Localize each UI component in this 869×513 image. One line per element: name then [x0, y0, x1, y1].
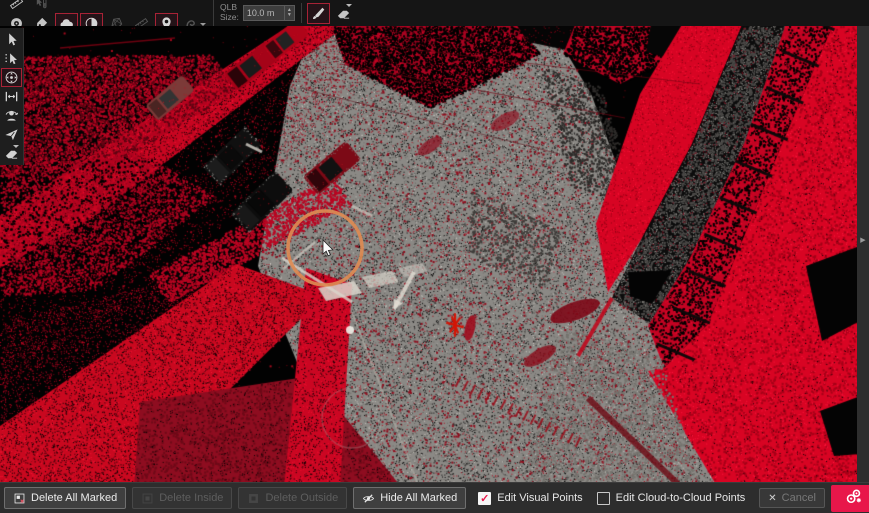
eraser-icon	[336, 6, 351, 21]
measure-width-button[interactable]	[1, 87, 22, 106]
pointer-measure-icon	[34, 0, 49, 11]
width-measure-icon	[4, 89, 19, 104]
qlb-size-label: QLB Size:	[220, 3, 239, 23]
optimize-bundle-button[interactable]: Optimize Bundle	[831, 485, 869, 512]
checkbox-label: Edit Visual Points	[497, 492, 582, 504]
delete-outside-button[interactable]: Delete Outside	[238, 487, 347, 509]
qlb-size-control: QLB Size: 10.0 m ▲ ▼	[214, 3, 302, 23]
qlb-size-stepper[interactable]: ▲ ▼	[284, 6, 294, 20]
edit-visual-points-checkbox[interactable]: ✓ Edit Visual Points	[478, 492, 582, 505]
eraser-icon	[4, 146, 19, 161]
orbit-button[interactable]	[1, 106, 22, 125]
side-toolbar	[0, 28, 24, 165]
ruler-icon	[9, 0, 24, 11]
fly-plane-icon	[4, 127, 19, 142]
select-points-button[interactable]	[1, 49, 22, 68]
toolbar-group	[302, 3, 360, 23]
checkbox-label: Edit Cloud-to-Cloud Points	[616, 492, 746, 504]
toolbar-groups-right	[302, 3, 360, 23]
delete-marked-icon	[13, 492, 26, 505]
orbit-icon	[4, 108, 19, 123]
hide-all-marked-button[interactable]: Hide All Marked	[353, 487, 466, 509]
cancel-label: Cancel	[782, 492, 816, 504]
erase-button[interactable]	[1, 144, 22, 163]
qlb-size-input[interactable]: 10.0 m ▲ ▼	[243, 5, 295, 21]
point-cloud-canvas[interactable]	[0, 26, 857, 482]
qlb-size-value: 10.0 m	[244, 8, 284, 18]
brush-icon	[311, 6, 326, 21]
pan-button[interactable]	[1, 68, 22, 87]
eye-off-icon	[362, 492, 375, 505]
delete-all-marked-button[interactable]: Delete All Marked	[4, 487, 126, 509]
point-info-button[interactable]	[30, 0, 53, 14]
brush-select-button[interactable]	[307, 3, 330, 24]
eraser-tool-button[interactable]	[332, 3, 355, 24]
delete-inside-icon	[141, 492, 154, 505]
checkbox-checked-icon[interactable]: ✓	[478, 492, 491, 505]
button-label: Delete All Marked	[31, 492, 117, 504]
bottom-toolbar: Delete All Marked Delete Inside Delete O…	[0, 482, 869, 513]
bundle-icon	[845, 488, 862, 508]
toolbar-group	[0, 30, 23, 163]
expand-right-icon: ▶	[860, 236, 865, 244]
viewport-3d[interactable]: ▶	[0, 26, 869, 482]
edit-cloud-to-cloud-checkbox[interactable]: Edit Cloud-to-Cloud Points	[597, 492, 746, 505]
close-icon: ✕	[768, 493, 776, 504]
measure-button[interactable]	[5, 0, 28, 14]
button-label: Delete Outside	[265, 492, 338, 504]
checkbox-unchecked-icon[interactable]	[597, 492, 610, 505]
cursor-icon	[4, 32, 19, 47]
app-window: M QLB Size: 10.0 m ▲ ▼ ▶	[0, 0, 869, 513]
right-panel-handle[interactable]: ▶	[857, 26, 869, 482]
qlb-label-line2: Size:	[220, 13, 239, 23]
pan-move-icon	[4, 70, 19, 85]
cursor-pick-icon	[4, 51, 19, 66]
button-label: Delete Inside	[159, 492, 223, 504]
top-toolbar: M QLB Size: 10.0 m ▲ ▼	[0, 0, 869, 26]
fly-button[interactable]	[1, 125, 22, 144]
delete-outside-icon	[247, 492, 260, 505]
cancel-button[interactable]: ✕ Cancel	[759, 488, 825, 508]
toolbar-group	[0, 0, 214, 13]
button-label: Hide All Marked	[380, 492, 457, 504]
delete-inside-button[interactable]: Delete Inside	[132, 487, 232, 509]
stepper-down-icon[interactable]: ▼	[285, 13, 294, 18]
select-button[interactable]	[1, 30, 22, 49]
